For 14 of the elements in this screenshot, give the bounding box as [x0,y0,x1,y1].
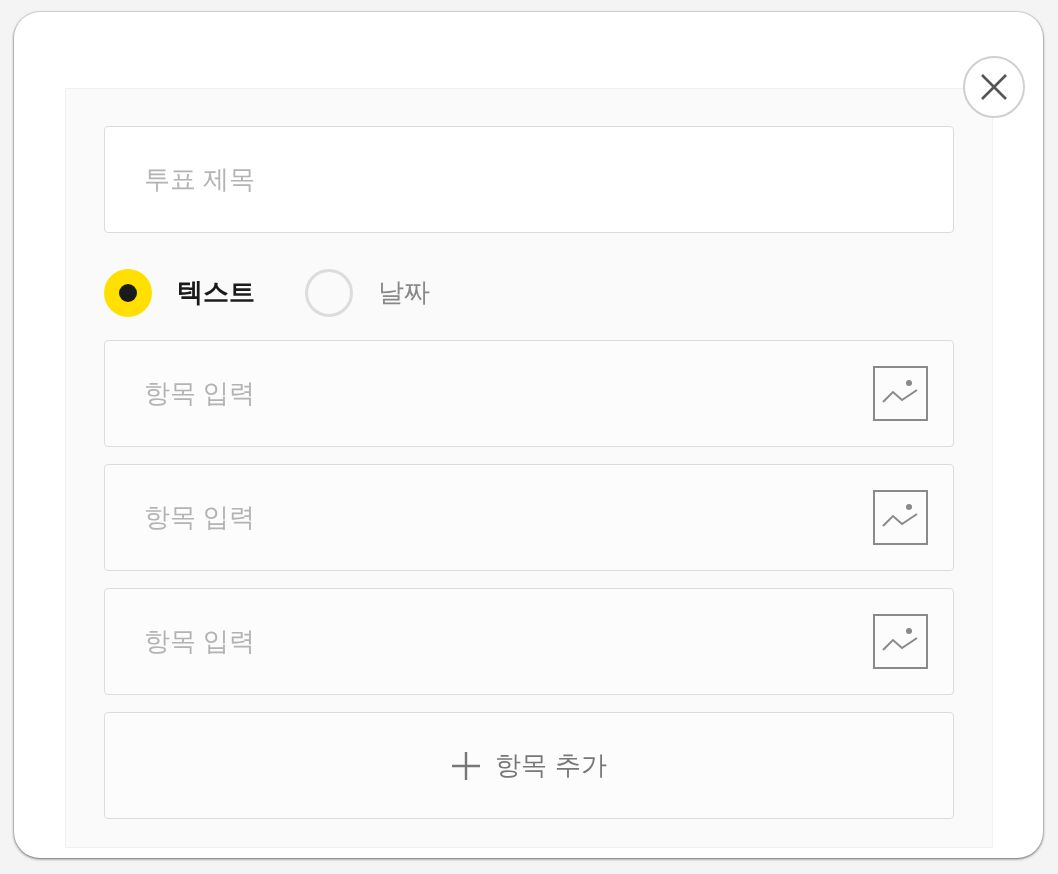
option-label[interactable]: 날짜 [378,277,430,309]
radio-button[interactable] [104,269,152,317]
image-icon[interactable] [873,490,928,545]
item-input-field[interactable]: 항목 입력 [104,588,954,695]
image-icon[interactable] [873,366,928,421]
title-input-field[interactable]: 투표 제목 [104,126,954,233]
option-label[interactable]: 텍스트 [177,277,255,309]
plus-icon [451,750,482,781]
close-icon [981,74,1007,100]
item-input-field[interactable]: 항목 입력 [104,464,954,571]
radio-button[interactable] [305,269,353,317]
image-icon[interactable] [873,614,928,669]
item-input-field[interactable]: 항목 입력 [104,340,954,447]
add-item-button[interactable]: 항목 추가 [104,712,954,819]
